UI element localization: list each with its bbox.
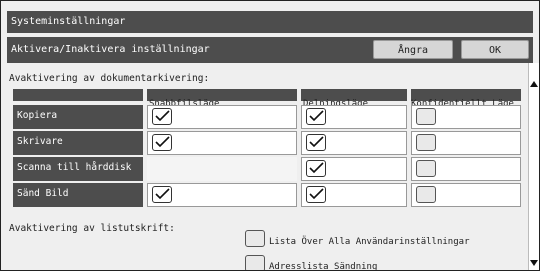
check-icon bbox=[309, 136, 324, 148]
table-cell bbox=[301, 105, 407, 129]
table-row: Kopiera bbox=[13, 105, 521, 131]
row-label-scan-to-hdd: Scanna till hårddisk bbox=[13, 157, 143, 181]
checkbox-printer-sharing[interactable] bbox=[306, 134, 326, 151]
table-cell bbox=[411, 157, 521, 181]
ok-button[interactable]: OK bbox=[461, 40, 529, 59]
table-cell bbox=[411, 183, 521, 207]
checkbox-send-confidential[interactable] bbox=[416, 186, 436, 203]
cancel-button[interactable]: Ångra bbox=[373, 40, 453, 59]
table-cell-empty bbox=[147, 157, 297, 181]
table-cell bbox=[301, 183, 407, 207]
list-item-label: Lista Över Alla Användarinställningar bbox=[269, 237, 470, 247]
table-cell bbox=[301, 131, 407, 155]
row-label-send-image: Sänd Bild bbox=[13, 183, 143, 207]
scroll-down-arrow-icon[interactable] bbox=[530, 260, 538, 266]
checkbox-send-quickfile[interactable] bbox=[152, 186, 172, 203]
scrollbar[interactable] bbox=[528, 63, 539, 270]
check-icon bbox=[309, 110, 324, 122]
table-cell bbox=[411, 105, 521, 129]
checkbox-printer-confidential[interactable] bbox=[416, 134, 436, 151]
table-cell bbox=[147, 105, 297, 129]
checkbox-all-user-settings-list[interactable] bbox=[245, 230, 265, 247]
list-print-label: Avaktivering av listutskrift: bbox=[9, 223, 175, 234]
table-cell bbox=[147, 131, 297, 155]
window-title: Systeminställningar bbox=[7, 11, 533, 33]
row-label-printer: Skrivare bbox=[13, 131, 143, 155]
checkbox-copy-sharing[interactable] bbox=[306, 108, 326, 125]
table-cell bbox=[411, 131, 521, 155]
check-icon bbox=[309, 162, 324, 174]
checkbox-copy-confidential[interactable] bbox=[416, 108, 436, 125]
check-icon bbox=[155, 188, 170, 200]
checkbox-printer-quickfile[interactable] bbox=[152, 134, 172, 151]
doc-archive-label: Avaktivering av dokumentarkivering: bbox=[9, 73, 210, 84]
check-icon bbox=[309, 188, 324, 200]
check-icon bbox=[155, 136, 170, 148]
table-row: Scanna till hårddisk bbox=[13, 157, 521, 183]
table-row: Skrivare bbox=[13, 131, 521, 157]
checkbox-scan-confidential[interactable] bbox=[416, 160, 436, 177]
page-header: Aktivera/Inaktivera inställningar Ångra … bbox=[7, 37, 533, 63]
checkbox-address-list-send[interactable] bbox=[245, 255, 265, 270]
checkbox-scan-sharing[interactable] bbox=[306, 160, 326, 177]
settings-content: Avaktivering av dokumentarkivering: Snab… bbox=[7, 67, 527, 271]
list-item-label: Adresslista Sändning bbox=[269, 262, 378, 271]
table-cell bbox=[301, 157, 407, 181]
row-label-copy: Kopiera bbox=[13, 105, 143, 129]
scroll-up-arrow-icon[interactable] bbox=[530, 81, 538, 87]
checkbox-send-sharing[interactable] bbox=[306, 186, 326, 203]
settings-window: Systeminställningar Aktivera/Inaktivera … bbox=[0, 0, 540, 271]
table-row: Sänd Bild bbox=[13, 183, 521, 209]
table-cell bbox=[147, 183, 297, 207]
checkbox-copy-quickfile[interactable] bbox=[152, 108, 172, 125]
page-title: Aktivera/Inaktivera inställningar bbox=[11, 44, 210, 55]
check-icon bbox=[155, 110, 170, 122]
grid-header-corner bbox=[13, 89, 143, 101]
